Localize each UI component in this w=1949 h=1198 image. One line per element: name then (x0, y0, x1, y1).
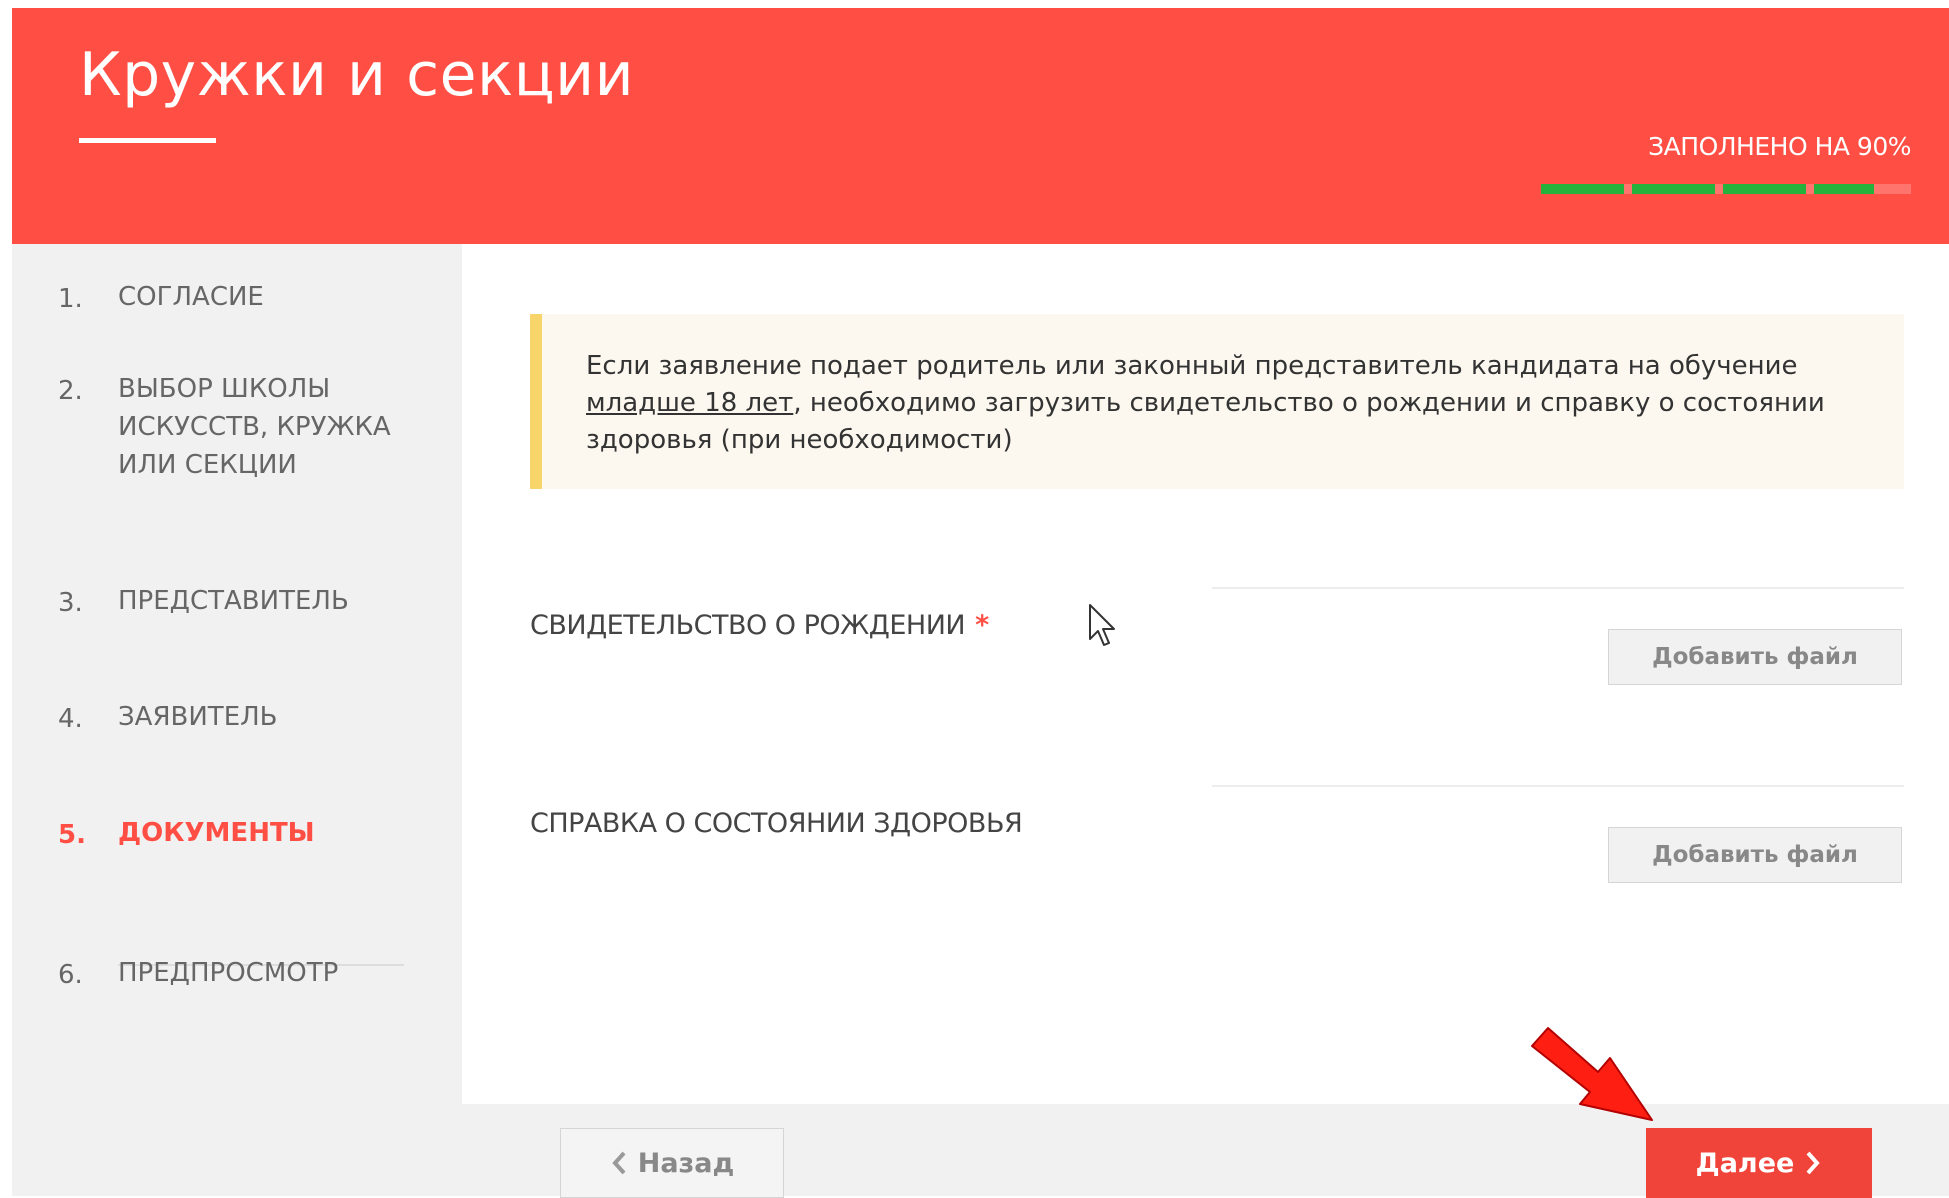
info-notice: Если заявление подает родитель или закон… (530, 314, 1904, 489)
required-asterisk: * (975, 610, 989, 641)
title-underline (79, 138, 216, 143)
step-label: ДОКУМЕНТЫ (118, 818, 315, 848)
birth-certificate-label: СВИДЕТЕЛЬСТВО О РОЖДЕНИИ * (530, 610, 989, 641)
step-label: ПРЕДПРОСМОТР (118, 958, 339, 988)
section-divider (1212, 587, 1904, 589)
page-header: Кружки и секции ЗАПОЛНЕНО НА 90% (12, 8, 1949, 244)
step-number: 2. (58, 376, 83, 406)
notice-underlined-text: младше 18 лет (586, 388, 794, 418)
step-label: ЗАЯВИТЕЛЬ (118, 702, 278, 732)
step-label: ПРЕДСТАВИТЕЛЬ (118, 586, 349, 616)
step-number: 3. (58, 588, 83, 618)
step-label: ВЫБОР ШКОЛЫ ИСКУССТВ, КРУЖКА ИЛИ СЕКЦИИ (118, 374, 391, 480)
progress-label: ЗАПОЛНЕНО НА 90% (1648, 132, 1911, 161)
red-arrow-annotation (1531, 1027, 1653, 1121)
step-number: 6. (58, 960, 83, 990)
progress-bar (1541, 184, 1911, 194)
form-footer: Назад Далее (462, 1104, 1949, 1198)
page-title: Кружки и секции (79, 40, 635, 110)
steps-sidebar: 1. СОГЛАСИЕ 2. ВЫБОР ШКОЛЫ ИСКУССТВ, КРУ… (12, 244, 462, 1196)
progress-fill (1541, 184, 1874, 194)
add-birth-certificate-file-button[interactable]: Добавить файл (1608, 629, 1902, 685)
step-number: 1. (58, 284, 83, 314)
section-divider (1212, 785, 1904, 787)
step-number: 5. (58, 820, 86, 850)
next-button-label: Далее (1695, 1147, 1795, 1179)
mouse-cursor-icon (1089, 604, 1115, 646)
next-button[interactable]: Далее (1646, 1128, 1872, 1198)
step-label: СОГЛАСИЕ (118, 282, 264, 312)
chevron-right-icon (1806, 1151, 1821, 1175)
health-certificate-label: СПРАВКА О СОСТОЯНИИ ЗДОРОВЬЯ (530, 808, 1023, 839)
main-content: Если заявление подает родитель или закон… (462, 244, 1949, 1104)
birth-certificate-label-text: СВИДЕТЕЛЬСТВО О РОЖДЕНИИ (530, 610, 966, 641)
notice-text-start: Если заявление подает родитель или закон… (586, 351, 1798, 381)
add-health-certificate-file-button[interactable]: Добавить файл (1608, 827, 1902, 883)
back-button[interactable]: Назад (560, 1128, 784, 1198)
back-button-label: Назад (637, 1147, 735, 1179)
notice-text: Если заявление подает родитель или закон… (586, 348, 1856, 459)
step-number: 4. (58, 704, 83, 734)
chevron-left-icon (612, 1151, 626, 1175)
